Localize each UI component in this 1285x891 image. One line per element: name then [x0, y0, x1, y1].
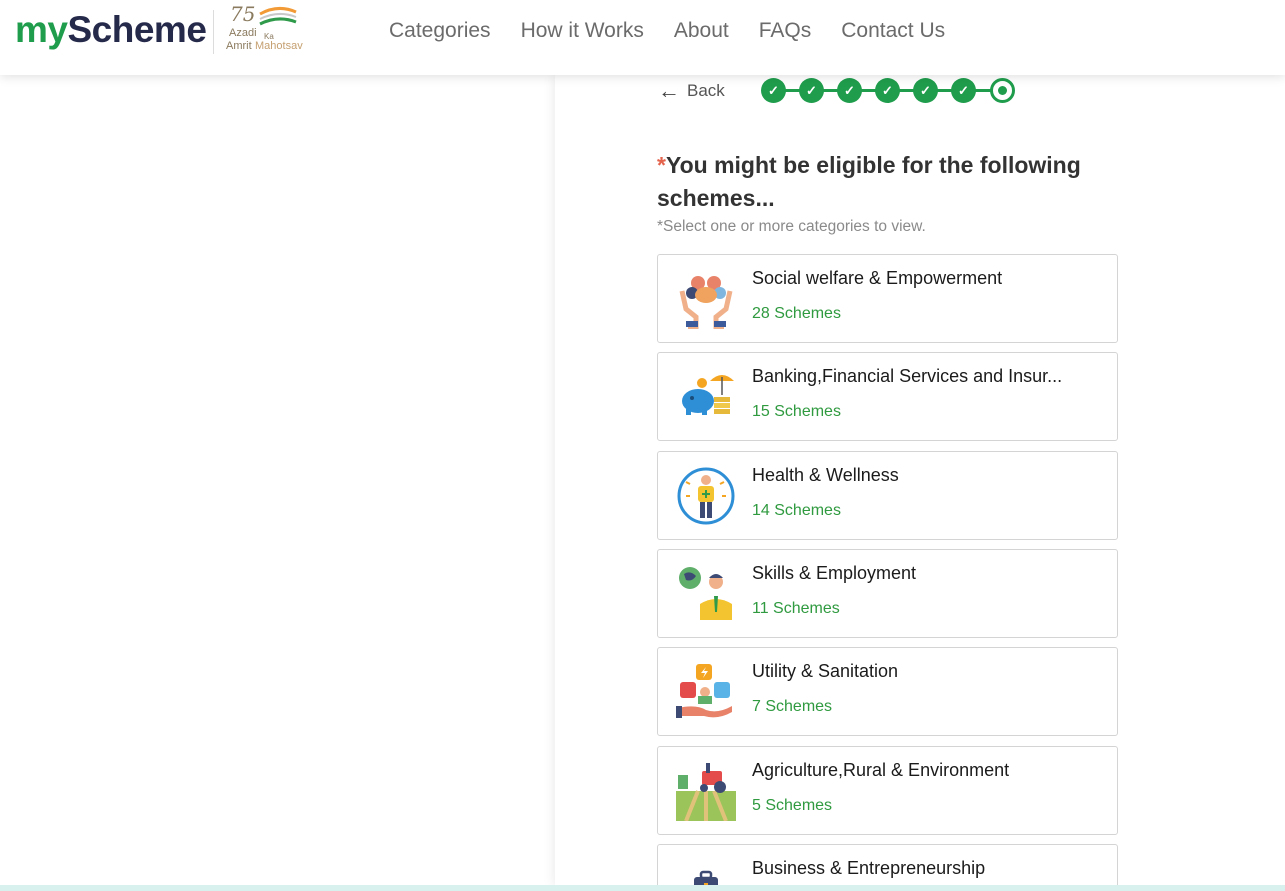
category-count: 7 Schemes: [752, 698, 833, 715]
category-title: Social welfare & Empowerment: [752, 268, 1003, 288]
back-button[interactable]: ← Back: [658, 79, 725, 103]
banking-icon: [682, 375, 734, 415]
category-card-agriculture[interactable]: Agriculture,Rural & Environment 5 Scheme…: [657, 746, 1118, 835]
azadi-ka-amrit-mahotsav-logo: 75 Azadi Ka Amrit Mahotsav: [224, 2, 316, 54]
category-title: Skills & Employment: [752, 563, 917, 583]
step-3-complete-icon: ✓: [837, 78, 862, 103]
page-title: *You might be eligible for the following…: [657, 149, 1127, 215]
akam-mahotsav: Mahotsav: [255, 40, 303, 52]
select-hint: *Select one or more categories to view.: [657, 218, 926, 235]
nav-contact-us[interactable]: Contact Us: [841, 17, 945, 45]
health-icon: [677, 467, 735, 525]
page-title-text: You might be eligible for the following …: [657, 152, 1081, 211]
akam-number: 75: [230, 2, 256, 26]
myscheme-logo[interactable]: myScheme: [15, 8, 207, 52]
arrow-left-icon: ←: [658, 78, 680, 103]
nav-faqs[interactable]: FAQs: [759, 17, 812, 45]
category-count: 11 Schemes: [752, 600, 840, 617]
step-4-complete-icon: ✓: [875, 78, 900, 103]
right-background: [1220, 75, 1285, 886]
category-card-social-welfare[interactable]: Social welfare & Empowerment 28 Schemes: [657, 254, 1118, 343]
brand-scheme: Scheme: [67, 9, 207, 50]
category-title: Business & Entrepreneurship: [752, 858, 986, 878]
step-1-complete-icon: ✓: [761, 78, 786, 103]
main-nav: Categories How it Works About FAQs Conta…: [389, 17, 945, 45]
category-count: 5 Schemes: [752, 797, 833, 814]
category-title: Health & Wellness: [752, 465, 899, 485]
step-5-complete-icon: ✓: [913, 78, 938, 103]
step-7-current-icon: [990, 78, 1015, 103]
skills-icon: [679, 567, 732, 620]
nav-about[interactable]: About: [674, 17, 729, 45]
step-6-complete-icon: ✓: [951, 78, 976, 103]
akam-amrit: Amrit: [226, 40, 252, 52]
category-card-business[interactable]: Business & Entrepreneurship: [657, 844, 1118, 891]
utility-icon: [676, 664, 732, 718]
category-title: Utility & Sanitation: [752, 661, 899, 681]
nav-how-it-works[interactable]: How it Works: [521, 17, 644, 45]
back-label: Back: [687, 81, 725, 100]
category-card-utility[interactable]: Utility & Sanitation 7 Schemes: [657, 647, 1118, 736]
akam-azadi: Azadi: [229, 27, 257, 39]
category-count: 14 Schemes: [752, 502, 841, 519]
category-card-health[interactable]: Health & Wellness 14 Schemes: [657, 451, 1118, 540]
progress-stepper: ✓ ✓ ✓ ✓ ✓ ✓: [761, 78, 1015, 103]
required-star: *: [657, 152, 666, 178]
left-background: [0, 75, 555, 886]
social-welfare-icon: [679, 276, 733, 329]
brand-divider: [213, 10, 214, 54]
category-title: Agriculture,Rural & Environment: [752, 760, 1010, 780]
category-count: 28 Schemes: [752, 305, 841, 322]
category-count: 15 Schemes: [752, 403, 841, 420]
bottom-scroll-edge: [0, 885, 1285, 891]
agriculture-icon: [676, 763, 736, 821]
brand-my: my: [15, 9, 68, 50]
nav-categories[interactable]: Categories: [389, 17, 491, 45]
step-2-complete-icon: ✓: [799, 78, 824, 103]
category-card-skills[interactable]: Skills & Employment 11 Schemes: [657, 549, 1118, 638]
category-title: Banking,Financial Services and Insur...: [752, 366, 1063, 386]
flag-swoosh-icon: [259, 7, 297, 26]
site-header: myScheme 75 Azadi Ka Amrit Mahotsav Cate…: [0, 0, 1285, 75]
category-card-banking[interactable]: Banking,Financial Services and Insur... …: [657, 352, 1118, 441]
